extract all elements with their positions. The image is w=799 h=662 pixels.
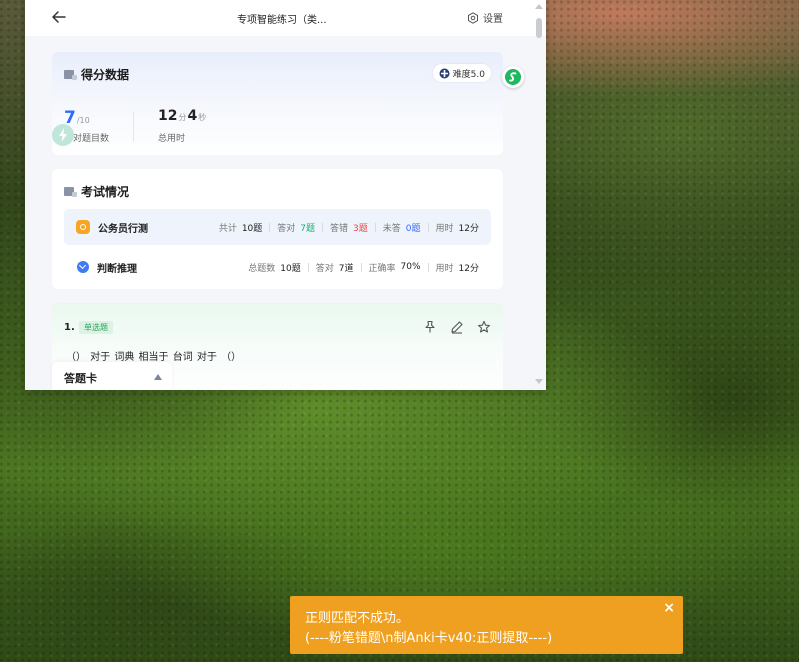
exam-card: 考试情况 公务员行测 共计 10题 答对 7题 答错 3题 未答 0题 用时 1… xyxy=(52,169,503,289)
score-card-header: 得分数据 xyxy=(64,66,129,83)
error-toast: 正则匹配不成功。 (----粉笔错题\n制Anki卡v40:正则提取----) … xyxy=(290,596,683,654)
answer-sheet-label: 答题卡 xyxy=(64,372,97,385)
scroll-up-icon[interactable] xyxy=(535,4,543,9)
difficulty-text: 难度5.0 xyxy=(452,69,485,80)
time-minutes-unit: 分 xyxy=(178,113,187,122)
toast-message-line1: 正则匹配不成功。 xyxy=(305,611,410,626)
assistant-helper-icon[interactable] xyxy=(502,66,524,88)
pin-icon[interactable] xyxy=(423,320,437,334)
back-arrow-icon[interactable] xyxy=(51,9,67,25)
exam-row-stats: 总题数 10题 答对 7道 正确率 70% 用时 12分 xyxy=(248,261,479,274)
total-time-stat: 12 分 4 秒 总用时 xyxy=(158,108,207,144)
time-seconds-unit: 秒 xyxy=(198,113,207,122)
stat-label: 用时 xyxy=(435,263,454,274)
app-window: 专项智能练习（类... 设置 得分数据 难度5.0 7 /10 答对题目数 12… xyxy=(25,0,546,390)
difficulty-badge: 难度5.0 xyxy=(432,64,491,82)
scrollbar[interactable] xyxy=(535,4,543,384)
stat-value: 7道 xyxy=(338,263,354,274)
exam-card-title: 考试情况 xyxy=(81,185,130,199)
total-time-label: 总用时 xyxy=(158,134,186,144)
stat-value: 10题 xyxy=(241,223,263,234)
question-number: 1. xyxy=(64,322,75,333)
document-icon xyxy=(64,186,77,197)
stat-label: 未答 xyxy=(382,223,401,234)
exam-row-name: 公务员行测 xyxy=(98,223,148,235)
settings-button[interactable]: 设置 xyxy=(467,10,503,25)
scroll-thumb[interactable] xyxy=(536,18,542,38)
stat-label: 答错 xyxy=(330,223,349,234)
stat-label: 用时 xyxy=(435,223,454,234)
time-seconds-value: 4 xyxy=(187,108,198,124)
stat-value: 70% xyxy=(400,262,421,272)
stat-value: 12分 xyxy=(458,223,479,234)
score-card-title: 得分数据 xyxy=(81,68,130,82)
stat-value: 3题 xyxy=(353,223,368,234)
category-icon xyxy=(76,220,90,234)
difficulty-icon xyxy=(439,68,450,78)
stat-divider xyxy=(133,112,134,142)
stat-label: 总题数 xyxy=(248,263,276,274)
lightning-helper-icon[interactable] xyxy=(52,124,74,146)
stat-value: 10题 xyxy=(280,263,301,274)
stat-value: 0题 xyxy=(405,223,421,234)
exam-row-subcategory[interactable]: 判断推理 总题数 10题 答对 7道 正确率 70% 用时 12分 xyxy=(64,249,491,285)
stat-value: 12分 xyxy=(458,263,479,274)
stat-label: 共计 xyxy=(218,223,237,234)
close-icon[interactable]: × xyxy=(663,600,675,616)
stat-label: 答对 xyxy=(315,263,334,274)
star-icon[interactable] xyxy=(477,320,491,334)
page-title: 专项智能练习（类... xyxy=(237,15,327,26)
question-text: （） 对于 词典 相当于 台词 对于 （） xyxy=(66,352,242,363)
exam-row-name: 判断推理 xyxy=(97,263,137,275)
stat-label: 正确率 xyxy=(368,263,396,274)
scroll-down-icon[interactable] xyxy=(535,379,543,384)
expand-chevron-icon[interactable] xyxy=(77,261,89,273)
gear-icon xyxy=(468,11,478,24)
exam-card-header: 考试情况 xyxy=(64,183,129,200)
settings-label: 设置 xyxy=(483,14,503,25)
top-bar: 专项智能练习（类... 设置 xyxy=(25,0,546,36)
lightning-icon xyxy=(59,128,67,142)
question-type-tag: 单选题 xyxy=(79,321,113,334)
edit-icon[interactable] xyxy=(450,320,464,334)
score-card: 得分数据 难度5.0 7 /10 答对题目数 12 分 4 秒 总用时 xyxy=(52,52,503,155)
stat-label: 答对 xyxy=(277,223,296,234)
chevron-up-icon[interactable] xyxy=(146,367,170,390)
stat-value: 7题 xyxy=(300,223,316,234)
exam-row-stats: 共计 10题 答对 7题 答错 3题 未答 0题 用时 12分 xyxy=(219,221,479,234)
chart-icon xyxy=(64,69,77,80)
swirl-icon xyxy=(509,72,517,82)
question-actions xyxy=(423,320,491,334)
exam-row-category[interactable]: 公务员行测 共计 10题 答对 7题 答错 3题 未答 0题 用时 12分 xyxy=(64,209,491,245)
correct-count-total: /10 xyxy=(76,116,90,125)
time-minutes-value: 12 xyxy=(158,108,178,124)
toast-message-line2: (----粉笔错题\n制Anki卡v40:正则提取----) xyxy=(305,631,553,646)
